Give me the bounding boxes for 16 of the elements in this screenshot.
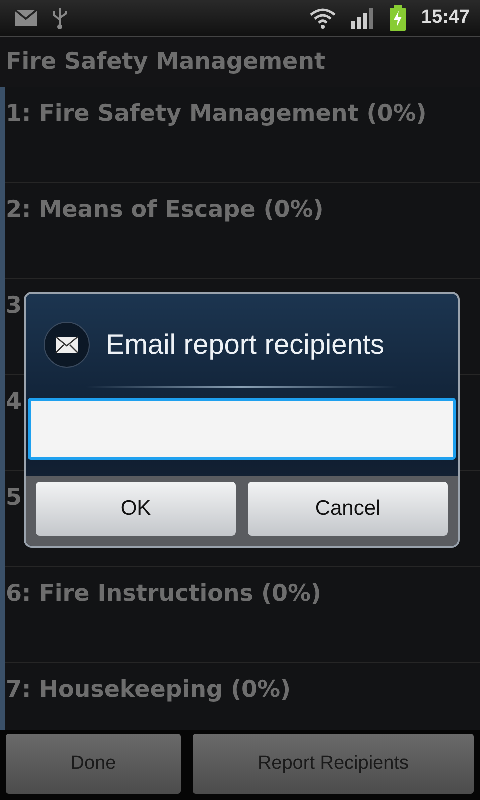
wifi-icon — [309, 7, 338, 29]
status-time: 15:47 — [421, 7, 470, 29]
signal-icon — [351, 7, 376, 29]
battery-charging-icon — [389, 5, 408, 31]
section-item[interactable]: 2: Means of Escape (0%) — [5, 183, 480, 279]
report-recipients-button[interactable]: Report Recipients — [192, 734, 474, 794]
usb-icon — [52, 6, 68, 30]
email-input-field[interactable] — [28, 398, 456, 460]
section-item[interactable]: 6: Fire Instructions (0%) — [5, 567, 480, 663]
dialog-title: Email report recipients — [106, 329, 385, 361]
cancel-button[interactable]: Cancel — [248, 482, 448, 536]
envelope-icon — [44, 322, 90, 368]
ok-button[interactable]: OK — [36, 482, 236, 536]
mail-icon — [14, 9, 38, 27]
section-item[interactable]: 1: Fire Safety Management (0%) — [5, 87, 480, 183]
done-button[interactable]: Done — [6, 734, 181, 794]
